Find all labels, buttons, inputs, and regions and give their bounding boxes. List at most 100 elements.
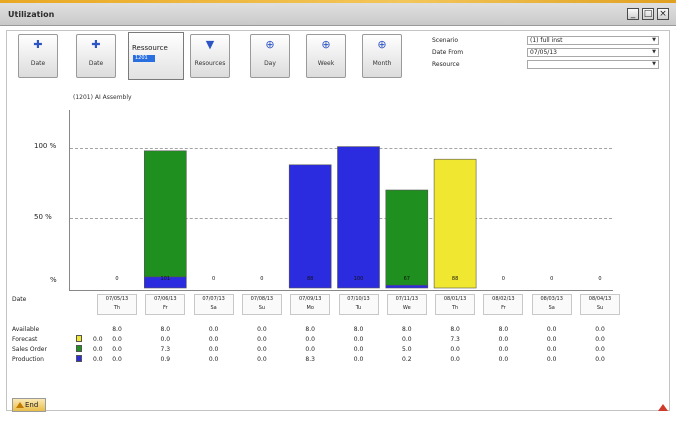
date-cell-day: Tu xyxy=(355,305,362,311)
row-label-production: Production xyxy=(12,356,44,363)
date-cell-date: 07/06/13 xyxy=(154,296,177,302)
table-cell: 8.3 xyxy=(305,356,315,363)
y-tick-100: 100 % xyxy=(34,142,57,150)
date-cell-day: We xyxy=(402,305,411,311)
table-cell: 0.0 xyxy=(353,356,364,363)
date-from-value: 07/05/13 xyxy=(530,49,557,56)
table-cell: 0.0 xyxy=(257,346,267,353)
date-up-button[interactable]: ✚ Date xyxy=(18,34,58,78)
date-cell[interactable]: 08/02/13 Fr xyxy=(483,294,524,315)
table-cell: 8.0 xyxy=(160,326,171,333)
resource-selected-value: 1201 xyxy=(133,55,155,62)
month-zoom-button[interactable]: ⊕ Month xyxy=(362,34,402,78)
filter-icon: ▼ xyxy=(205,38,215,51)
date-cell[interactable]: 07/11/13 We xyxy=(386,294,427,315)
table-cell: 0.0 xyxy=(498,356,509,363)
title-bar: Utilization _ □ × xyxy=(0,0,676,26)
dropdown-arrow-icon: ▼ xyxy=(652,49,656,55)
date-cell-date: 08/03/13 xyxy=(540,296,563,302)
date-cell-day: Th xyxy=(451,305,459,311)
table-cell: 0.0 xyxy=(257,336,267,343)
table-cell: 5.0 xyxy=(402,346,412,353)
table-cell: 0.0 xyxy=(546,336,557,343)
date-cell[interactable]: 07/05/13 Th xyxy=(97,294,137,315)
date-cell-day: Fr xyxy=(501,305,506,311)
date-cell-day: Su xyxy=(258,305,266,311)
date-cell-date: 07/07/13 xyxy=(202,296,225,302)
title-accent-stripe xyxy=(0,0,676,3)
table-cell: 0.0 xyxy=(450,346,460,353)
table-cell: 0.0 xyxy=(595,336,605,343)
table-cell: 8.0 xyxy=(112,326,122,333)
table-cell: 0.0 xyxy=(595,326,605,333)
table-cell: 0.0 xyxy=(112,356,122,363)
date-from-field[interactable]: 07/05/13 ▼ xyxy=(527,48,659,57)
y-tick-50: 50 % xyxy=(34,213,52,221)
resource-button[interactable]: Ressource 1201 xyxy=(128,32,184,80)
button-label: Date xyxy=(88,60,104,67)
table-cell: 0.9 xyxy=(160,356,171,363)
table-cell: 0.0 xyxy=(305,336,315,343)
legend-swatch xyxy=(76,335,82,342)
table-cell: 0.0 xyxy=(546,346,557,353)
button-label: Week xyxy=(317,60,335,67)
table-cell: 0.0 xyxy=(402,336,412,343)
scenario-select[interactable]: (1) full inst ▼ xyxy=(527,36,659,45)
table-cell: 7.3 xyxy=(450,336,460,343)
date-cell-date: 07/11/13 xyxy=(395,296,419,302)
table-cell: 0.0 xyxy=(498,336,509,343)
window-title: Utilization xyxy=(8,10,55,19)
table-cell: 0.0 xyxy=(546,326,557,333)
table-cell: 0.0 xyxy=(160,336,171,343)
table-cell: 0.0 xyxy=(257,326,267,333)
date-from-label: Date From xyxy=(432,49,464,56)
row-label-sales-order: Sales Order xyxy=(12,346,47,353)
date-cell-date: 07/09/13 xyxy=(298,296,322,302)
date-cell-date: 08/02/13 xyxy=(492,296,515,302)
table-cell: 7.3 xyxy=(160,346,171,353)
resources-filter-button[interactable]: ▼ Resources xyxy=(190,34,230,78)
close-button[interactable]: × xyxy=(657,8,669,20)
date-cell-day: Fr xyxy=(163,305,168,311)
date-row-label: Date xyxy=(12,296,27,303)
date-cell[interactable]: 08/03/13 Sa xyxy=(531,294,572,315)
resource-select[interactable]: ▼ xyxy=(527,60,659,69)
table-cell: 0.0 xyxy=(208,346,219,353)
chart-y-axis xyxy=(69,110,70,290)
resource-button-label: Ressource xyxy=(132,44,168,52)
grid-line-100 xyxy=(70,148,612,149)
date-cell[interactable]: 07/09/13 Mo xyxy=(290,294,331,315)
scenario-label: Scenario xyxy=(432,37,459,44)
content-frame xyxy=(6,30,670,411)
date-cell[interactable]: 07/07/13 Sa xyxy=(193,294,234,315)
week-zoom-button[interactable]: ⊕ Week xyxy=(306,34,346,78)
date-cell[interactable]: 07/08/13 Su xyxy=(241,294,282,315)
table-cell: 0.0 xyxy=(546,356,557,363)
resource-label: Resource xyxy=(432,61,460,68)
table-cell: 0.0 xyxy=(595,346,605,353)
table-cell: 0.0 xyxy=(353,336,364,343)
date-cell-date: 07/08/13 xyxy=(250,296,274,302)
table-cell: 0.0 xyxy=(208,326,219,333)
row-label-available: Available xyxy=(12,326,40,333)
date-down-button[interactable]: ✚ Date xyxy=(76,34,116,78)
table-cell: 8.0 xyxy=(498,326,509,333)
minimize-button[interactable]: _ xyxy=(627,8,639,20)
maximize-button[interactable]: □ xyxy=(642,8,654,20)
date-cell[interactable]: 07/10/13 Tu xyxy=(338,294,379,315)
legend-swatch xyxy=(76,355,82,362)
date-cell[interactable]: 08/01/13 Th xyxy=(435,294,476,315)
date-cell-day: Sa xyxy=(548,305,555,311)
date-cell[interactable]: 07/06/13 Fr xyxy=(145,294,186,315)
button-label: Day xyxy=(264,60,276,67)
day-zoom-button[interactable]: ⊕ Day xyxy=(250,34,290,78)
button-label: Resources xyxy=(194,60,226,67)
end-button[interactable]: End xyxy=(12,398,46,412)
date-cell-date: 07/10/13 xyxy=(347,296,370,302)
arrow-up-icon: ✚ xyxy=(33,38,43,51)
row-label-forecast: Forecast xyxy=(12,336,38,343)
zoom-icon: ⊕ xyxy=(377,38,387,51)
date-cell[interactable]: 08/04/13 Su xyxy=(580,294,620,315)
table-cell: 0.0 xyxy=(595,356,605,363)
date-cell-date: 08/01/13 xyxy=(443,296,467,302)
